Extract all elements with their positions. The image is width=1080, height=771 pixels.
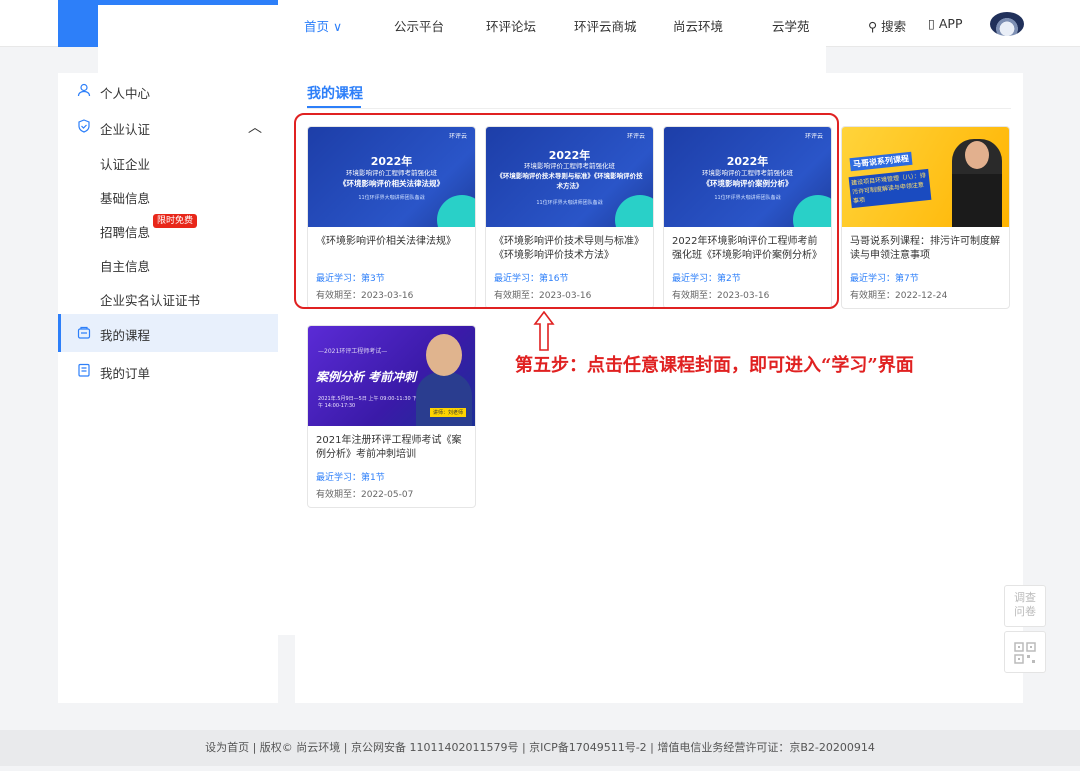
phone-icon: ▯ (928, 16, 935, 31)
sidebar-item-label: 基础信息 (100, 191, 151, 206)
qr-code-button[interactable] (1004, 631, 1046, 673)
sidebar-item-label: 企业认证 (100, 122, 151, 137)
nav-home[interactable]: 首页 ∨ (304, 16, 342, 35)
order-icon (77, 363, 91, 377)
course-title[interactable]: 马哥说系列课程：排污许可制度解读与申领注意事项 (850, 235, 1004, 263)
course-cover[interactable]: 马哥说系列课程 建设项目环境管理（八）：排污许可制度解读与申领注意事项 (842, 127, 1009, 227)
presenter-face (426, 334, 462, 376)
cover-schedule: 2021年.5月9日—5日 上午 09:00-11:30 下午 14:00-17… (318, 396, 418, 409)
course-card[interactable]: —2021环评工程师考试— 案例分析 考前冲刺 2021年.5月9日—5日 上午… (307, 325, 476, 508)
survey-button[interactable]: 调查问卷 (1004, 585, 1046, 627)
cover-title: 马哥说系列课程 (849, 151, 913, 172)
sidebar-item-self-info[interactable]: 自主信息 (58, 246, 278, 282)
course-icon (77, 326, 91, 340)
annotation-instruction: 第五步：点击任意课程封面，即可进入“学习”界面 (515, 355, 914, 376)
free-badge: 限时免费 (153, 214, 198, 228)
sidebar-item-enterprise-auth[interactable]: 企业认证 ︿ (58, 109, 278, 145)
nav-academy[interactable]: 云学苑 (772, 16, 810, 35)
logo-tagline: 专业 · 专注 · 智能 (168, 5, 232, 14)
chevron-up-icon[interactable]: ︿ (248, 117, 262, 137)
sidebar-item-label: 自主信息 (100, 259, 151, 274)
nav-shangyun[interactable]: 尚云环境 (673, 16, 723, 35)
app-button[interactable]: ▯ APP (928, 16, 963, 31)
search-icon: ⚲ (868, 19, 878, 34)
sidebar-item-label: 我的课程 (100, 328, 151, 343)
qr-code-icon (1014, 642, 1036, 664)
sidebar-item-label: 我的订单 (100, 366, 151, 381)
page-title: 我的课程 (307, 86, 363, 102)
nav-public-platform[interactable]: 公示平台 (394, 16, 444, 35)
user-icon (77, 83, 91, 97)
search-button[interactable]: ⚲ 搜索 (868, 16, 906, 35)
logo[interactable]: 环评云助手 专业 · 专注 · 智能 (58, 0, 826, 635)
top-header: 环评云助手 专业 · 专注 · 智能 首页 ∨ 公示平台 环评论坛 环评云商城 … (0, 0, 1080, 635)
sidebar-item-certificate[interactable]: 企业实名认证证书 (58, 280, 278, 316)
footer-strip (0, 766, 1080, 771)
nav-forum[interactable]: 环评论坛 (486, 16, 536, 35)
cover-title: 案例分析 考前冲刺 (316, 370, 417, 384)
sidebar-item-my-orders[interactable]: 我的订单 (58, 353, 278, 389)
course-card[interactable]: 马哥说系列课程 建设项目环境管理（八）：排污许可制度解读与申领注意事项 马哥说系… (841, 126, 1010, 309)
sidebar-item-label: 个人中心 (100, 86, 151, 101)
course-recent: 最近学习：第1节 (316, 473, 385, 483)
cover-subtitle: 建设项目环境管理（八）：排污许可制度解读与申领注意事项 (848, 168, 932, 209)
sidebar-item-label: 企业实名认证证书 (100, 293, 201, 308)
footer: 设为首页 | 版权© 尚云环境 | 京公网安备 11011402011579号 … (0, 730, 1080, 766)
arrow-up-icon (533, 311, 555, 351)
sidebar: 个人中心 企业认证 ︿ 认证企业 基础信息 招聘信息 限时免费 自主信息 企业实… (58, 73, 278, 703)
nav-mall[interactable]: 环评云商城 (574, 16, 637, 35)
presenter-face (965, 141, 989, 169)
sidebar-item-basic-info[interactable]: 基础信息 (58, 178, 278, 214)
course-cover[interactable]: —2021环评工程师考试— 案例分析 考前冲刺 2021年.5月9日—5日 上午… (308, 326, 475, 426)
sidebar-item-certified-enterprise[interactable]: 认证企业 (58, 144, 278, 180)
sidebar-item-personal-center[interactable]: 个人中心 (58, 73, 278, 109)
avatar[interactable] (990, 12, 1024, 36)
cover-teacher: 讲师：刘老师 (430, 408, 467, 417)
sidebar-item-label: 认证企业 (100, 157, 151, 172)
cover-subtitle: —2021环评工程师考试— (318, 348, 388, 355)
survey-label: 调查问卷 (1014, 591, 1036, 618)
title-underline (307, 106, 361, 108)
app-label: APP (938, 16, 963, 31)
course-expire: 有效期至：2022-12-24 (850, 291, 948, 301)
sidebar-item-my-courses[interactable]: 我的课程 (58, 314, 278, 352)
highlight-box (294, 113, 839, 309)
footer-text: 设为首页 | 版权© 尚云环境 | 京公网安备 11011402011579号 … (205, 741, 875, 754)
course-title[interactable]: 2021年注册环评工程师考试《案例分析》考前冲刺培训 (316, 434, 470, 462)
shield-icon (77, 119, 91, 133)
sidebar-item-recruitment[interactable]: 招聘信息 限时免费 (58, 212, 278, 248)
presenter-figure (416, 372, 472, 426)
search-label: 搜索 (881, 19, 907, 34)
course-recent: 最近学习：第7节 (850, 274, 919, 284)
sidebar-item-label: 招聘信息 (100, 225, 151, 240)
divider (307, 108, 1011, 109)
course-expire: 有效期至：2022-05-07 (316, 490, 414, 500)
